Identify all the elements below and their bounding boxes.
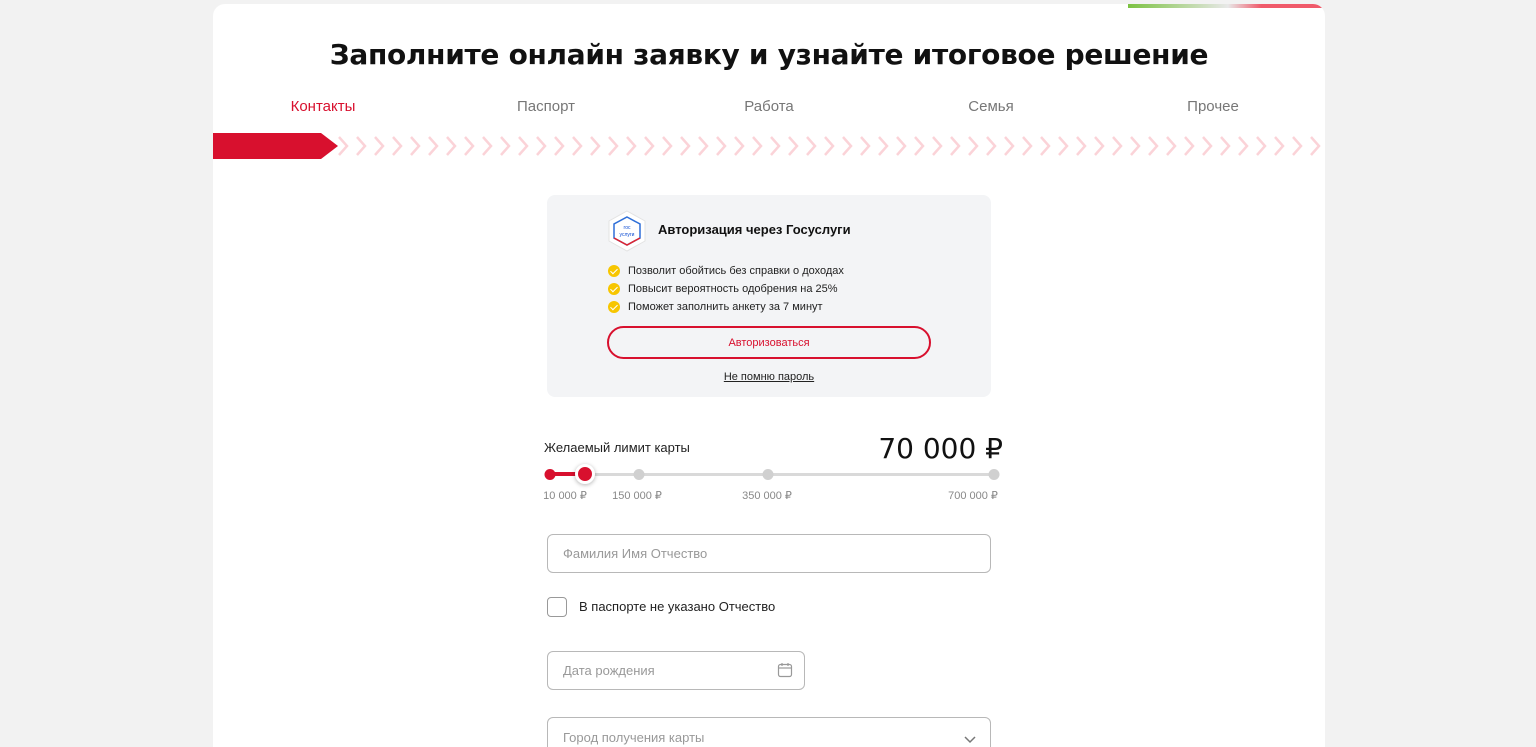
progress-chevrons xyxy=(333,133,1325,159)
step-tabs: Контакты Паспорт Работа Семья Прочее xyxy=(213,98,1325,122)
slider-stop-350000[interactable] xyxy=(762,469,774,480)
limit-slider[interactable] xyxy=(543,464,1003,485)
benefits-list: Позволит обойтись без справки о доходах … xyxy=(608,264,844,318)
check-icon xyxy=(608,265,620,277)
application-form-card: Заполните онлайн заявку и узнайте итогов… xyxy=(213,4,1325,747)
check-icon xyxy=(608,301,620,313)
hero-image-strip xyxy=(1128,4,1325,8)
list-item: Поможет заполнить анкету за 7 минут xyxy=(608,300,844,318)
slider-stop-700000[interactable] xyxy=(988,469,1000,480)
gosuslugi-logo-icon: гос услуги xyxy=(608,210,646,252)
gosuslugi-title: Авторизация через Госуслуги xyxy=(658,222,851,237)
no-patronymic-checkbox[interactable] xyxy=(547,597,567,617)
benefit-text: Позволит обойтись без справки о доходах xyxy=(628,265,844,277)
full-name-input[interactable] xyxy=(547,534,991,573)
list-item: Позволит обойтись без справки о доходах xyxy=(608,264,844,282)
calendar-icon[interactable] xyxy=(777,662,793,678)
slider-stop-150000[interactable] xyxy=(633,469,645,480)
tab-work[interactable]: Работа xyxy=(744,98,794,115)
page-title: Заполните онлайн заявку и узнайте итогов… xyxy=(329,38,1209,71)
progress-fill xyxy=(213,133,338,159)
tick-label: 700 000 ₽ xyxy=(948,490,998,502)
tab-passport[interactable]: Паспорт xyxy=(517,98,575,115)
tab-contacts[interactable]: Контакты xyxy=(291,98,356,115)
tab-other[interactable]: Прочее xyxy=(1187,98,1239,115)
tick-label: 150 000 ₽ xyxy=(612,490,662,502)
limit-label: Желаемый лимит карты xyxy=(544,440,690,455)
benefit-text: Поможет заполнить анкету за 7 минут xyxy=(628,301,823,313)
tick-label: 350 000 ₽ xyxy=(742,490,792,502)
chevron-down-icon[interactable] xyxy=(963,732,977,746)
logo-text-bottom: услуги xyxy=(620,232,635,238)
city-select[interactable] xyxy=(547,717,991,747)
limit-value: 70 000 ₽ xyxy=(878,432,1003,465)
gosuslugi-auth-panel: гос услуги Авторизация через Госуслуги П… xyxy=(547,195,991,397)
birth-date-input[interactable] xyxy=(547,651,805,690)
card-limit-section: Желаемый лимит карты 70 000 ₽ 10 000 ₽ 1… xyxy=(543,427,1003,507)
authorize-button[interactable]: Авторизоваться xyxy=(607,326,931,359)
no-patronymic-label[interactable]: В паспорте не указано Отчество xyxy=(579,599,775,614)
tick-label: 10 000 ₽ xyxy=(543,490,587,502)
check-icon xyxy=(608,283,620,295)
forgot-password-link[interactable]: Не помню пароль xyxy=(547,371,991,383)
tab-family[interactable]: Семья xyxy=(968,98,1013,115)
list-item: Повысит вероятность одобрения на 25% xyxy=(608,282,844,300)
slider-handle[interactable] xyxy=(575,464,595,484)
slider-stop-10000[interactable] xyxy=(544,469,556,480)
step-progress-bar xyxy=(213,133,1325,159)
logo-text-top: гос xyxy=(624,225,631,231)
benefit-text: Повысит вероятность одобрения на 25% xyxy=(628,283,838,295)
